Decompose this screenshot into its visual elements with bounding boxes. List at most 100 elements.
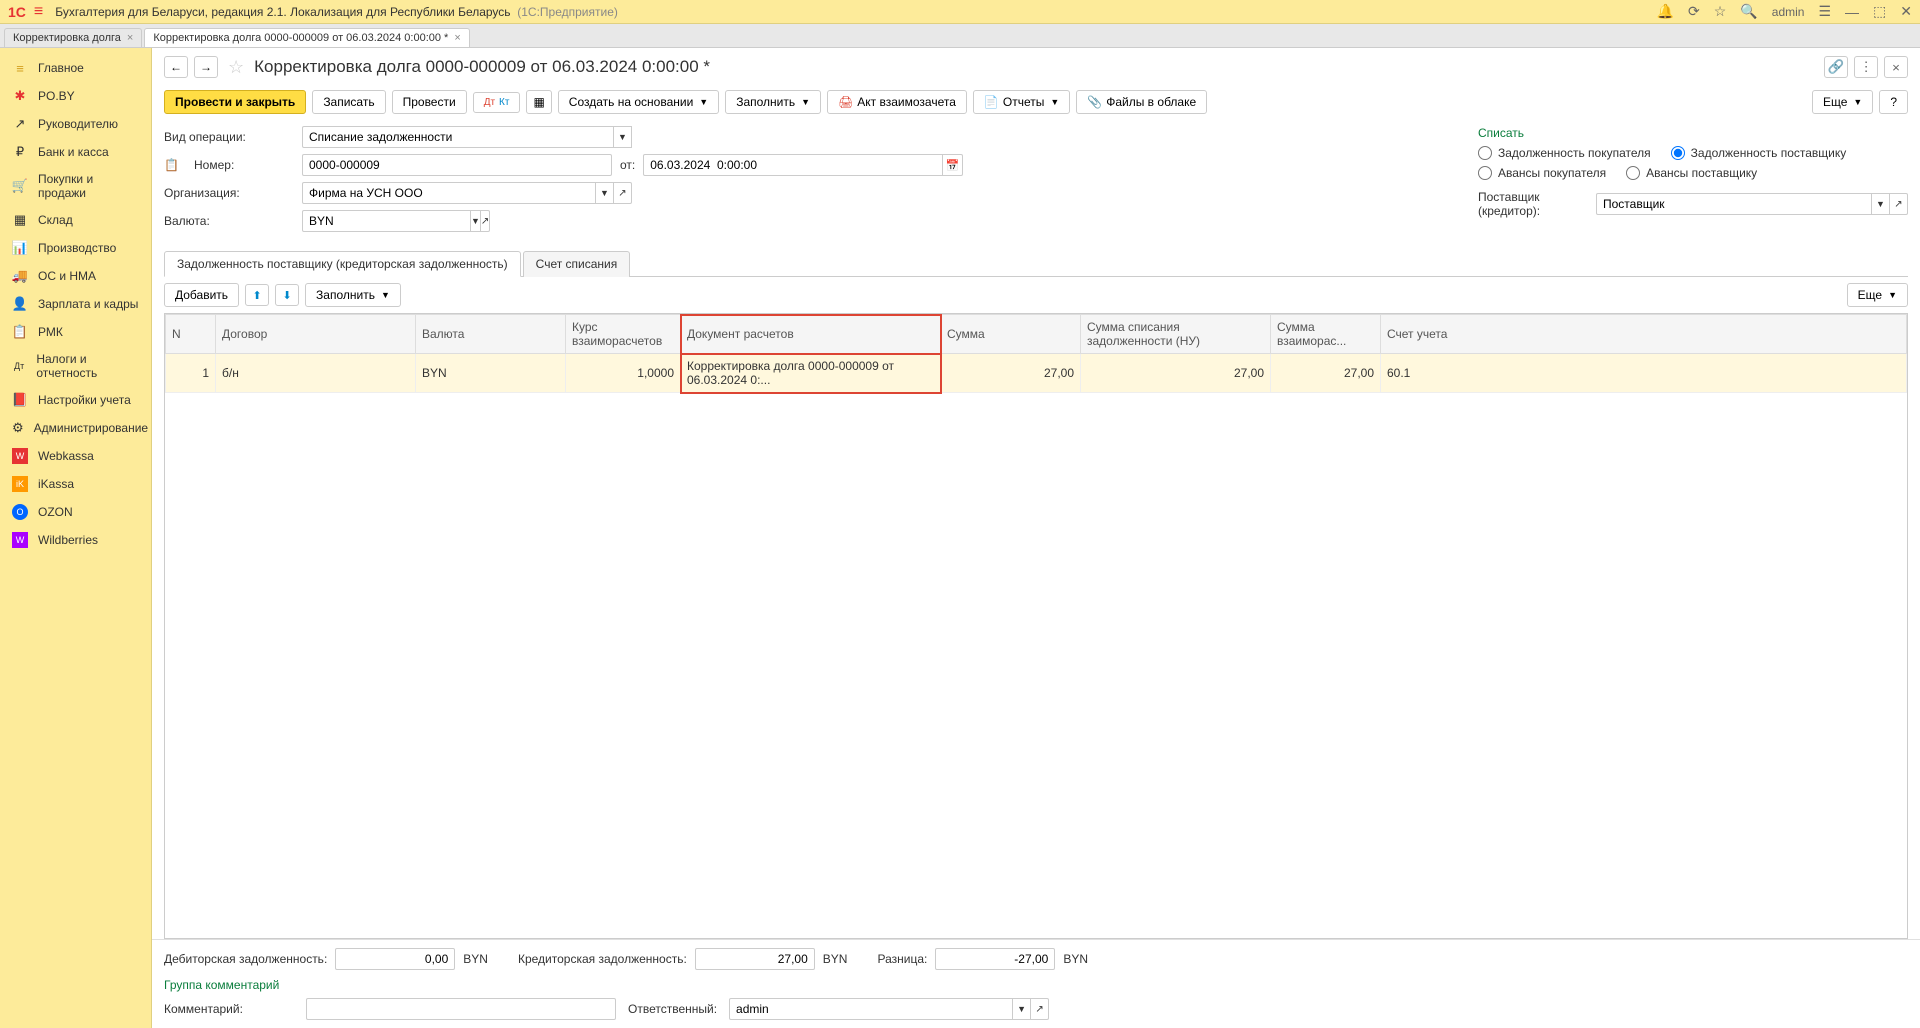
close-page-icon[interactable]: × xyxy=(1884,56,1908,78)
comment-input[interactable] xyxy=(306,998,616,1020)
open-icon[interactable]: ↗ xyxy=(1031,998,1049,1020)
open-icon[interactable]: ↗ xyxy=(481,210,490,232)
favorite-icon[interactable]: ☆ xyxy=(228,57,244,78)
act-button[interactable]: 🖨Акт взаимозачета xyxy=(827,90,967,114)
radio-buyer-debt[interactable]: Задолженность покупателя xyxy=(1478,146,1651,160)
credit-currency: BYN xyxy=(823,952,848,966)
nav-assets[interactable]: 🚚ОС и НМА xyxy=(0,262,151,290)
nav-ozon[interactable]: OOZON xyxy=(0,498,151,526)
col-currency[interactable]: Валюта xyxy=(416,315,566,354)
nav-manager[interactable]: ↗Руководителю xyxy=(0,110,151,138)
minimize-icon[interactable]: — xyxy=(1845,4,1859,20)
dropdown-icon[interactable]: ▼ xyxy=(471,210,481,232)
open-icon[interactable]: ↗ xyxy=(614,182,632,204)
close-icon[interactable]: ✕ xyxy=(1900,3,1912,20)
col-doc[interactable]: Документ расчетов xyxy=(681,315,941,354)
reports-button[interactable]: 📄Отчеты▼ xyxy=(973,90,1070,114)
nav-bank[interactable]: ₽Банк и касса xyxy=(0,138,151,166)
add-button[interactable]: Добавить xyxy=(164,283,239,307)
create-based-button[interactable]: Создать на основании▼ xyxy=(558,90,719,114)
forward-button[interactable]: → xyxy=(194,56,218,78)
currency-input[interactable] xyxy=(302,210,471,232)
nav-wildberries[interactable]: WWildberries xyxy=(0,526,151,554)
dropdown-icon[interactable]: ▼ xyxy=(614,126,632,148)
radio-buyer-advance[interactable]: Авансы покупателя xyxy=(1478,166,1606,180)
nav-rmk[interactable]: 📋РМК xyxy=(0,318,151,346)
nav-warehouse[interactable]: ▦Склад xyxy=(0,206,151,234)
nav-sales[interactable]: 🛒Покупки и продажи xyxy=(0,166,151,206)
debit-currency: BYN xyxy=(463,952,488,966)
link-icon[interactable]: 🔗 xyxy=(1824,56,1848,78)
app-title: Бухгалтерия для Беларуси, редакция 2.1. … xyxy=(55,5,1656,19)
dropdown-icon[interactable]: ▼ xyxy=(1872,193,1890,215)
col-account[interactable]: Счет учета xyxy=(1381,315,1907,354)
radio-supplier-debt[interactable]: Задолженность поставщику xyxy=(1671,146,1847,160)
number-input[interactable] xyxy=(302,154,612,176)
table-more-button[interactable]: Еще▼ xyxy=(1847,283,1908,307)
sidebar: ≡Главное ✱PO.BY ↗Руководителю ₽Банк и ка… xyxy=(0,48,152,1028)
col-rate[interactable]: Курс взаиморасчетов xyxy=(566,315,681,354)
tab-2[interactable]: Корректировка долга 0000-000009 от 06.03… xyxy=(144,28,469,47)
diff-value[interactable] xyxy=(935,948,1055,970)
tab-1[interactable]: Корректировка долга× xyxy=(4,28,142,47)
dropdown-icon[interactable]: ▼ xyxy=(1013,998,1031,1020)
open-icon[interactable]: ↗ xyxy=(1890,193,1908,215)
col-n[interactable]: N xyxy=(166,315,216,354)
history-icon[interactable]: ⟳ xyxy=(1688,3,1700,20)
menu-icon[interactable]: ≡ xyxy=(34,3,43,21)
post-close-button[interactable]: Провести и закрыть xyxy=(164,90,306,114)
dropdown-icon[interactable]: ▼ xyxy=(596,182,614,204)
tab-close-icon[interactable]: × xyxy=(454,32,460,44)
move-up-button[interactable]: ⬆ xyxy=(245,284,269,306)
org-input[interactable] xyxy=(302,182,596,204)
radio-supplier-advance[interactable]: Авансы поставщику xyxy=(1626,166,1757,180)
tab-writeoff-account[interactable]: Счет списания xyxy=(523,251,631,277)
star-icon[interactable]: ☆ xyxy=(1714,3,1727,20)
supplier-input[interactable] xyxy=(1596,193,1872,215)
nav-webkassa[interactable]: WWebkassa xyxy=(0,442,151,470)
date-input[interactable] xyxy=(643,154,943,176)
write-button[interactable]: Записать xyxy=(312,90,385,114)
nav-main[interactable]: ≡Главное xyxy=(0,54,151,82)
user-label[interactable]: admin xyxy=(1772,5,1805,19)
diff-label: Разница: xyxy=(877,952,927,966)
data-table[interactable]: N Договор Валюта Курс взаиморасчетов Док… xyxy=(164,313,1908,939)
fill-button[interactable]: Заполнить▼ xyxy=(725,90,821,114)
bell-icon[interactable]: 🔔 xyxy=(1657,3,1674,20)
comment-group-link[interactable]: Группа комментарий xyxy=(164,978,1908,992)
col-contract[interactable]: Договор xyxy=(216,315,416,354)
credit-value[interactable] xyxy=(695,948,815,970)
table-fill-button[interactable]: Заполнить▼ xyxy=(305,283,401,307)
col-calc[interactable]: Сумма взаиморас... xyxy=(1271,315,1381,354)
nav-settings[interactable]: 📕Настройки учета xyxy=(0,386,151,414)
col-writeoff[interactable]: Сумма списания задолженности (НУ) xyxy=(1081,315,1271,354)
maximize-icon[interactable]: ⬚ xyxy=(1873,3,1886,20)
move-down-button[interactable]: ⬇ xyxy=(275,284,299,306)
nav-tax[interactable]: ДтНалоги и отчетность xyxy=(0,346,151,386)
nav-hr[interactable]: 👤Зарплата и кадры xyxy=(0,290,151,318)
responsible-input[interactable] xyxy=(729,998,1013,1020)
more-button[interactable]: Еще▼ xyxy=(1812,90,1873,114)
help-button[interactable]: ? xyxy=(1879,90,1908,114)
files-button[interactable]: 📎Файлы в облаке xyxy=(1076,90,1207,114)
table-row[interactable]: 1 б/н BYN 1,0000 Корректировка долга 000… xyxy=(166,354,1907,393)
tab-close-icon[interactable]: × xyxy=(127,32,133,44)
more-icon[interactable]: ⋮ xyxy=(1854,56,1878,78)
nav-admin[interactable]: ⚙Администрирование xyxy=(0,414,151,442)
calendar-icon[interactable]: 📅 xyxy=(943,154,963,176)
nav-production[interactable]: 📊Производство xyxy=(0,234,151,262)
nav-ikassa[interactable]: iKiKassa xyxy=(0,470,151,498)
nav-poby[interactable]: ✱PO.BY xyxy=(0,82,151,110)
dtkt-icon[interactable]: ДтКт xyxy=(473,92,521,113)
col-sum[interactable]: Сумма xyxy=(941,315,1081,354)
back-button[interactable]: ← xyxy=(164,56,188,78)
operation-label: Вид операции: xyxy=(164,130,294,144)
debit-value[interactable] xyxy=(335,948,455,970)
post-button[interactable]: Провести xyxy=(392,90,467,114)
operation-input[interactable] xyxy=(302,126,614,148)
tab-debt[interactable]: Задолженность поставщику (кредиторская з… xyxy=(164,251,521,277)
search-icon[interactable]: 🔍 xyxy=(1740,3,1757,20)
responsible-label: Ответственный: xyxy=(628,1002,717,1016)
structure-icon[interactable]: ▦ xyxy=(526,90,551,114)
settings-icon[interactable]: ☰ xyxy=(1818,3,1831,20)
